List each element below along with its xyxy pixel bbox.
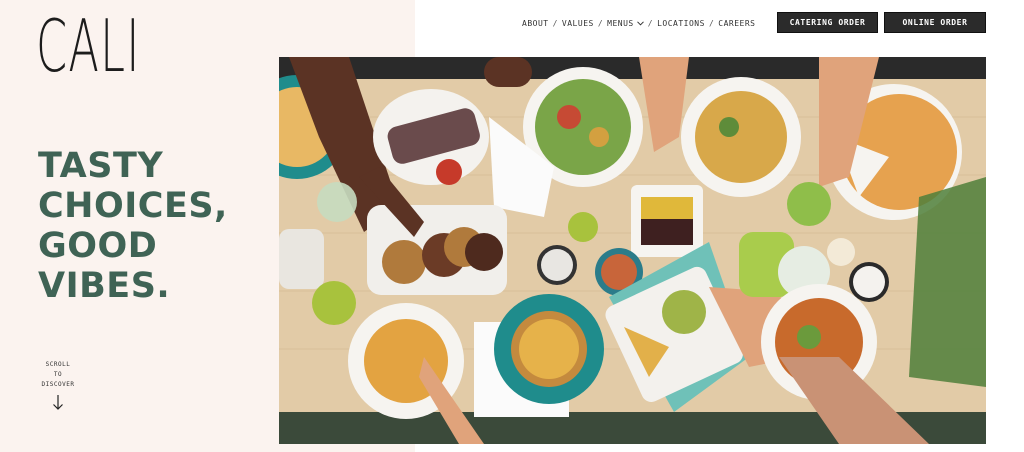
nav-item-about[interactable]: ABOUT bbox=[522, 19, 549, 28]
nav-item-locations[interactable]: LOCATIONS bbox=[657, 19, 705, 28]
scroll-to-discover[interactable]: SCROLL TO DISCOVER bbox=[36, 360, 80, 410]
online-order-button[interactable]: ONLINE ORDER bbox=[884, 12, 986, 33]
catering-order-button[interactable]: CATERING ORDER bbox=[777, 12, 878, 33]
hero-heading-line-1: TASTY bbox=[38, 146, 164, 186]
scroll-text-1: SCROLL bbox=[45, 361, 71, 368]
brand-logo[interactable]: CALI bbox=[36, 6, 141, 86]
hero-heading-line-4: VIBES. bbox=[38, 266, 171, 306]
chevron-down-icon bbox=[636, 20, 644, 26]
scroll-text-2: TO bbox=[53, 371, 63, 378]
arrow-down-icon bbox=[53, 395, 63, 410]
food-table-illustration bbox=[279, 57, 986, 444]
nav-separator: / bbox=[552, 18, 558, 28]
nav-item-menus-label: MENUS bbox=[607, 18, 634, 28]
hero-heading-line-2: CHOICES, bbox=[38, 186, 228, 226]
hero-heading: TASTY CHOICES, GOOD VIBES. bbox=[38, 146, 228, 306]
nav-separator: / bbox=[597, 18, 604, 28]
nav-separator: / bbox=[647, 18, 654, 28]
nav-item-careers[interactable]: CAREERS bbox=[718, 19, 755, 28]
nav-item-values[interactable]: VALUES bbox=[562, 19, 594, 28]
hero-heading-line-3: GOOD bbox=[38, 226, 158, 266]
main-nav: ABOUT / VALUES / MENUS / LOCATIONS / CAR… bbox=[522, 17, 755, 29]
food-table-photo bbox=[279, 57, 986, 444]
scroll-text-3: DISCOVER bbox=[41, 381, 75, 388]
nav-item-menus[interactable]: MENUS bbox=[607, 19, 644, 28]
nav-separator: / bbox=[708, 18, 715, 28]
